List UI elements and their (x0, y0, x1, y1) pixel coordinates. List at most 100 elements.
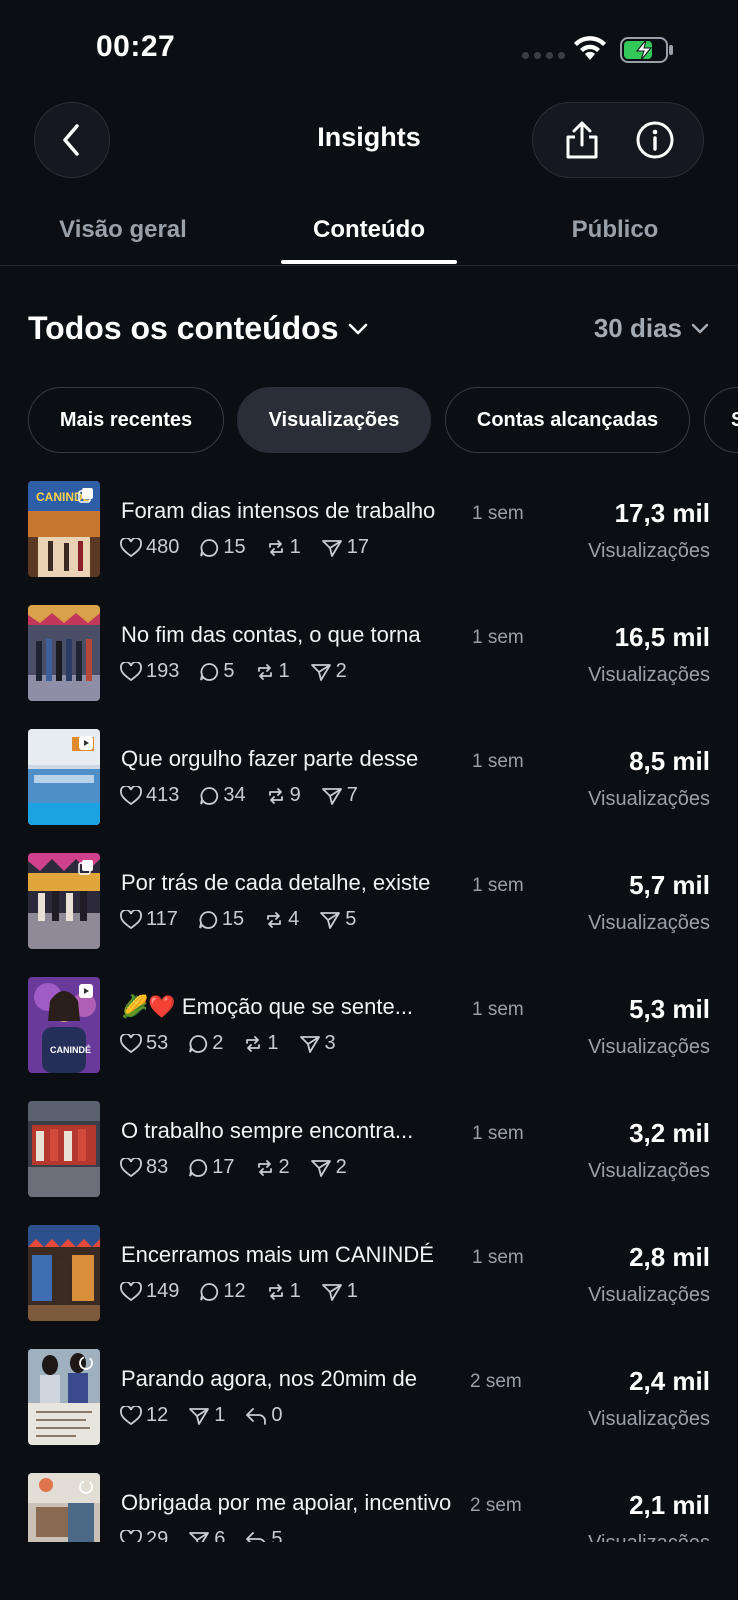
heart-icon (120, 1033, 142, 1053)
cellular-signal-icon (522, 52, 565, 59)
repost-icon (246, 1035, 261, 1052)
reel-icon (79, 736, 93, 750)
story-icon (79, 1356, 93, 1370)
send-icon (321, 1283, 342, 1301)
send-icon (320, 911, 341, 929)
reposts-stat: 1 (266, 536, 301, 559)
content-type-dropdown[interactable]: Todos os conteúdos (28, 310, 369, 347)
chip-accounts-reached[interactable]: Contas alcançadas (445, 387, 690, 453)
chip-most-recent[interactable]: Mais recentes (28, 387, 224, 453)
post-caption: Que orgulho fazer parte desse (121, 746, 419, 771)
post-caption: O trabalho sempre encontra... (121, 1118, 414, 1143)
carousel-icon (78, 860, 93, 875)
likes-stat: 29 (120, 1528, 168, 1542)
post-stats: 149 12 1 1 (120, 1280, 358, 1303)
likes-stat: 53 (120, 1032, 168, 1055)
header-actions (532, 102, 704, 178)
list-item[interactable]: No fim das contas, o que torna 1 sem 193… (0, 600, 738, 724)
post-caption: No fim das contas, o que torna (121, 622, 421, 647)
heart-icon (120, 785, 142, 805)
views-label: Visualizações (588, 1284, 710, 1306)
list-item[interactable]: Que orgulho fazer parte desse 1 sem 413 … (0, 724, 738, 848)
send-icon (321, 787, 342, 805)
share-icon (566, 121, 597, 159)
info-button[interactable] (627, 112, 683, 168)
replies-stat: 0 (245, 1404, 283, 1427)
wifi-icon (574, 36, 606, 60)
post-thumbnail (28, 605, 100, 701)
battery-charging-icon (620, 37, 673, 63)
post-thumbnail: CANINDÉ (28, 977, 100, 1073)
views-value: 8,5 mil (629, 746, 710, 776)
comment-icon (200, 662, 219, 681)
views-value: 5,7 mil (629, 870, 710, 900)
replies-stat: 5 (245, 1528, 283, 1542)
views-label: Visualizações (588, 912, 710, 934)
views-label: Visualizações (588, 1532, 710, 1542)
repost-icon (267, 911, 282, 928)
likes-stat: 83 (120, 1156, 168, 1179)
post-stats: 413 34 9 7 (120, 784, 358, 807)
reel-icon (79, 984, 93, 998)
comments-stat: 15 (198, 908, 244, 931)
list-item[interactable]: Por trás de cada detalhe, existe 1 sem 1… (0, 848, 738, 972)
likes-stat: 413 (120, 784, 179, 807)
post-stats: 193 5 1 2 (120, 660, 347, 683)
status-bar: 00:27 (0, 0, 738, 96)
post-age: 1 sem (472, 503, 524, 524)
tab-content[interactable]: Conteúdo (281, 216, 457, 244)
repost-icon (268, 1283, 283, 1300)
chip-views[interactable]: Visualizações (237, 387, 431, 453)
heart-icon (120, 537, 142, 557)
sort-chips: Mais recentes Visualizações Contas alcan… (28, 387, 738, 453)
list-item[interactable]: CANINDÉ 🌽❤️ Emoção que se sente... 1 sem… (0, 972, 738, 1096)
send-icon (189, 1407, 210, 1425)
content-list: CANINDÉ Foram dias intensos de trabalho … (0, 476, 738, 1542)
svg-text:CANINDÉ: CANINDÉ (50, 1045, 91, 1055)
post-stats: 53 2 1 3 (120, 1032, 336, 1055)
insights-tabs: Visão geral Conteúdo Público (0, 200, 738, 266)
period-dropdown[interactable]: 30 dias (594, 313, 710, 344)
share-button[interactable] (554, 112, 610, 168)
shares-stat: 7 (321, 784, 358, 807)
list-item[interactable]: O trabalho sempre encontra... 1 sem 83 1… (0, 1096, 738, 1220)
post-caption: Parando agora, nos 20mim de (121, 1366, 417, 1391)
send-icon (321, 539, 342, 557)
likes-stat: 117 (120, 908, 178, 931)
chip-more[interactable]: S (704, 387, 738, 453)
post-caption: Encerramos mais um CANINDÉ (121, 1242, 434, 1267)
list-item[interactable]: Obrigada por me apoiar, incentivo 2 sem … (0, 1468, 738, 1542)
comments-stat: 12 (199, 1280, 246, 1303)
views-label: Visualizações (588, 1160, 710, 1182)
reposts-stat: 1 (266, 1280, 301, 1303)
carousel-icon (78, 488, 93, 503)
period-label: 30 dias (593, 313, 682, 343)
list-item[interactable]: CANINDÉ Foram dias intensos de trabalho … (0, 476, 738, 600)
comments-stat: 5 (199, 660, 235, 683)
post-age: 2 sem (470, 1495, 522, 1516)
repost-icon (268, 539, 283, 556)
reply-icon (246, 1531, 266, 1542)
active-tab-indicator (281, 260, 457, 264)
views-label: Visualizações (588, 788, 710, 810)
tab-overview[interactable]: Visão geral (40, 216, 206, 244)
info-icon (636, 121, 673, 159)
post-age: 2 sem (470, 1371, 522, 1392)
list-item[interactable]: Parando agora, nos 20mim de 2 sem 12 1 0… (0, 1344, 738, 1468)
post-caption: Por trás de cada detalhe, existe (121, 870, 431, 895)
views-value: 3,2 mil (629, 1118, 710, 1148)
tab-audience[interactable]: Público (540, 216, 690, 244)
heart-icon (120, 661, 142, 681)
post-age: 1 sem (472, 627, 524, 648)
post-age: 1 sem (472, 1123, 524, 1144)
post-thumbnail (28, 1473, 100, 1542)
shares-stat: 3 (299, 1032, 336, 1055)
list-item[interactable]: Encerramos mais um CANINDÉ 1 sem 149 12 … (0, 1220, 738, 1344)
heart-icon (120, 1157, 142, 1177)
likes-stat: 480 (120, 536, 179, 559)
shares-stat: 5 (319, 908, 356, 931)
comments-stat: 34 (199, 784, 246, 807)
post-thumbnail (28, 1349, 100, 1445)
post-thumbnail (28, 729, 100, 825)
app-header: Insights (0, 100, 738, 180)
